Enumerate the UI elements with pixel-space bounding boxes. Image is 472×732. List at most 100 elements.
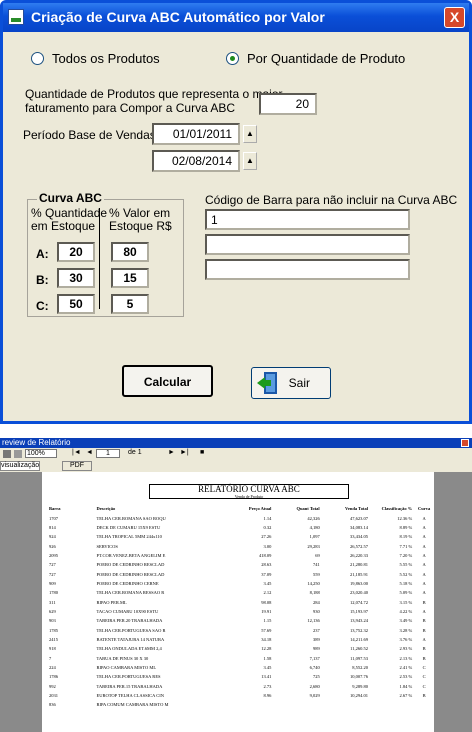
radio-by-quantity[interactable]: Por Quantidade de Produto [226,51,405,66]
row-a-val[interactable]: 80 [111,242,149,262]
row-c-val[interactable]: 5 [111,294,149,314]
report-row: 727 POERO DE CEDRINHO RESCLAD 37.09 559 21,1… [47,569,434,578]
report-cell: 69 [315,552,320,558]
report-cell: 0.32 [263,524,272,530]
report-cell: 2.12 [263,590,272,596]
report-cell: 3.15 % [399,599,413,605]
report-cell: 1,097 [309,534,320,540]
report-cell: TACAO CUMARU 10X90 ESTU [96,608,159,614]
report-cell: TELHA ONDULADA ET.6MM 2,4 [96,646,162,652]
page-current[interactable]: 1 [96,449,120,458]
report-cell: TABEIRA PER.15 TRABALHADA [96,683,163,689]
report-cell: 903 [49,618,56,624]
date-from-spin-up[interactable]: ▲ [243,125,257,143]
close-button[interactable]: X [444,7,465,28]
report-cell: 1785 [49,627,58,633]
report-close-icon[interactable] [461,439,469,447]
report-cell: 1.84 % [399,683,413,689]
report-cell: TELHA CER.PORTUGUESA SAO R [96,627,166,633]
radio-all-products[interactable]: Todos os Produtos [31,51,160,66]
report-row: 926 SERVICOS 3.00 29,283 26,572.57 7.71 % A [47,541,434,550]
row-b-label: B: [36,273,49,287]
report-header-row: Barra Descrição Preço Atual Quant Total Vend… [47,504,434,513]
report-cell: 11,260.52 [350,646,368,652]
report-cell: 992 [49,683,56,689]
report-cell: BATENTE TATAJUBA 14 NATURA [96,636,165,642]
report-cell: A [422,590,426,596]
report-cell: B [422,646,426,652]
first-page-icon[interactable]: |◄ [72,449,81,456]
report-cell: 727 [49,562,56,568]
qty-label-line2: faturamento para Compor a Curva ABC [25,101,236,115]
report-row: 2031 EUROTOP TELHA CLASSICA CIN 8.96 9,029 1… [47,691,434,700]
radio-all-indicator[interactable] [31,52,44,65]
report-cell: TABEIRA PER.20 TRABALHADA [96,618,163,624]
col-val-line2: Estoque R$ [109,219,172,233]
report-cell: 14,250 [307,580,320,586]
date-from-input[interactable]: 01/01/2011 [152,123,240,145]
report-cell: 9,029 [309,693,320,699]
report-cell: 8.96 [263,693,272,699]
report-column-header: Descrição [96,506,116,512]
report-cell: 2.67 % [399,693,413,699]
barcode-input-3[interactable] [205,259,410,280]
report-cell: 2095 [49,552,58,558]
qty-input[interactable]: 20 [259,93,317,115]
radio-qty-indicator[interactable] [226,52,239,65]
report-row: 992 TABEIRA PER.15 TRABALHADA 2.73 2,680 9,2… [47,682,434,691]
row-b-qty[interactable]: 30 [57,268,95,288]
report-cell: 3.49 % [399,618,413,624]
report-table: Barra Descrição Preço Atual Quant Total Vend… [47,504,434,710]
last-page-icon[interactable]: ►| [180,449,189,456]
prev-page-icon[interactable]: ◄ [86,449,93,456]
zoom-select[interactable]: 100% [25,449,57,458]
report-column-header: Quant Total [296,506,320,512]
date-to-input[interactable]: 02/08/2014 [152,150,240,172]
report-cell: 7,137 [309,655,320,661]
report-cell: B [422,599,426,605]
row-b-val[interactable]: 15 [111,268,149,288]
calcular-button[interactable]: Calcular [122,365,213,397]
barcode-label: Código de Barra para não incluir na Curv… [205,193,458,207]
report-cell: 26,572.57 [349,543,368,549]
tab-visualizacao[interactable]: visualização [0,461,40,471]
report-column-header: Curva [417,506,431,512]
report-cell: 629 [49,608,56,614]
tab-pdf[interactable]: PDF [62,461,92,471]
row-a-qty[interactable]: 20 [57,242,95,262]
report-cell: C [422,683,426,689]
report-row: 924 TELHA TROPICAL 5MM 244x110 27.26 1,097 3… [47,532,434,541]
report-cell: 28.63 [261,562,272,568]
report-cell: 12.28 [261,646,272,652]
report-cell: 34,083.14 [349,524,368,530]
report-cell: 1707 [49,515,58,521]
report-cell: A [422,571,426,577]
export-icon[interactable] [14,450,22,458]
date-to-spin-up[interactable]: ▲ [243,152,257,170]
report-cell: 13,943.24 [349,618,368,624]
report-cell: 8,552.20 [352,665,368,671]
report-cell: 389 [312,636,320,642]
curve-divider [99,208,100,309]
report-cell: 2.93 % [399,646,413,652]
report-cell: A [422,515,426,521]
report-cell: 8.19 % [399,534,413,540]
report-cell: 1.14 [263,515,272,521]
stop-icon[interactable]: ■ [200,449,204,456]
report-cell: 3.00 [263,543,272,549]
sair-button[interactable]: Sair [251,367,331,399]
report-row: 1786 TELHA CER.PORTUGUESA RES 13.41 725 10,0… [47,672,434,681]
report-cell: B [422,693,426,699]
report-cell: 1786 [49,674,58,680]
next-page-icon[interactable]: ► [168,449,175,456]
report-cell: 237 [312,627,320,633]
report-cell: 918 [49,646,56,652]
report-subheading: Venda de Produto [234,494,264,499]
print-icon[interactable] [3,450,11,458]
report-cell: 98.08 [261,599,272,605]
report-tabs: visualização PDF [0,460,472,472]
row-c-qty[interactable]: 50 [57,294,95,314]
report-row: 1785 TELHA CER.PORTUGUESA SAO R 57.69 237 13… [47,625,434,634]
barcode-input-2[interactable] [205,234,410,255]
barcode-input-1[interactable]: 1 [205,209,410,230]
